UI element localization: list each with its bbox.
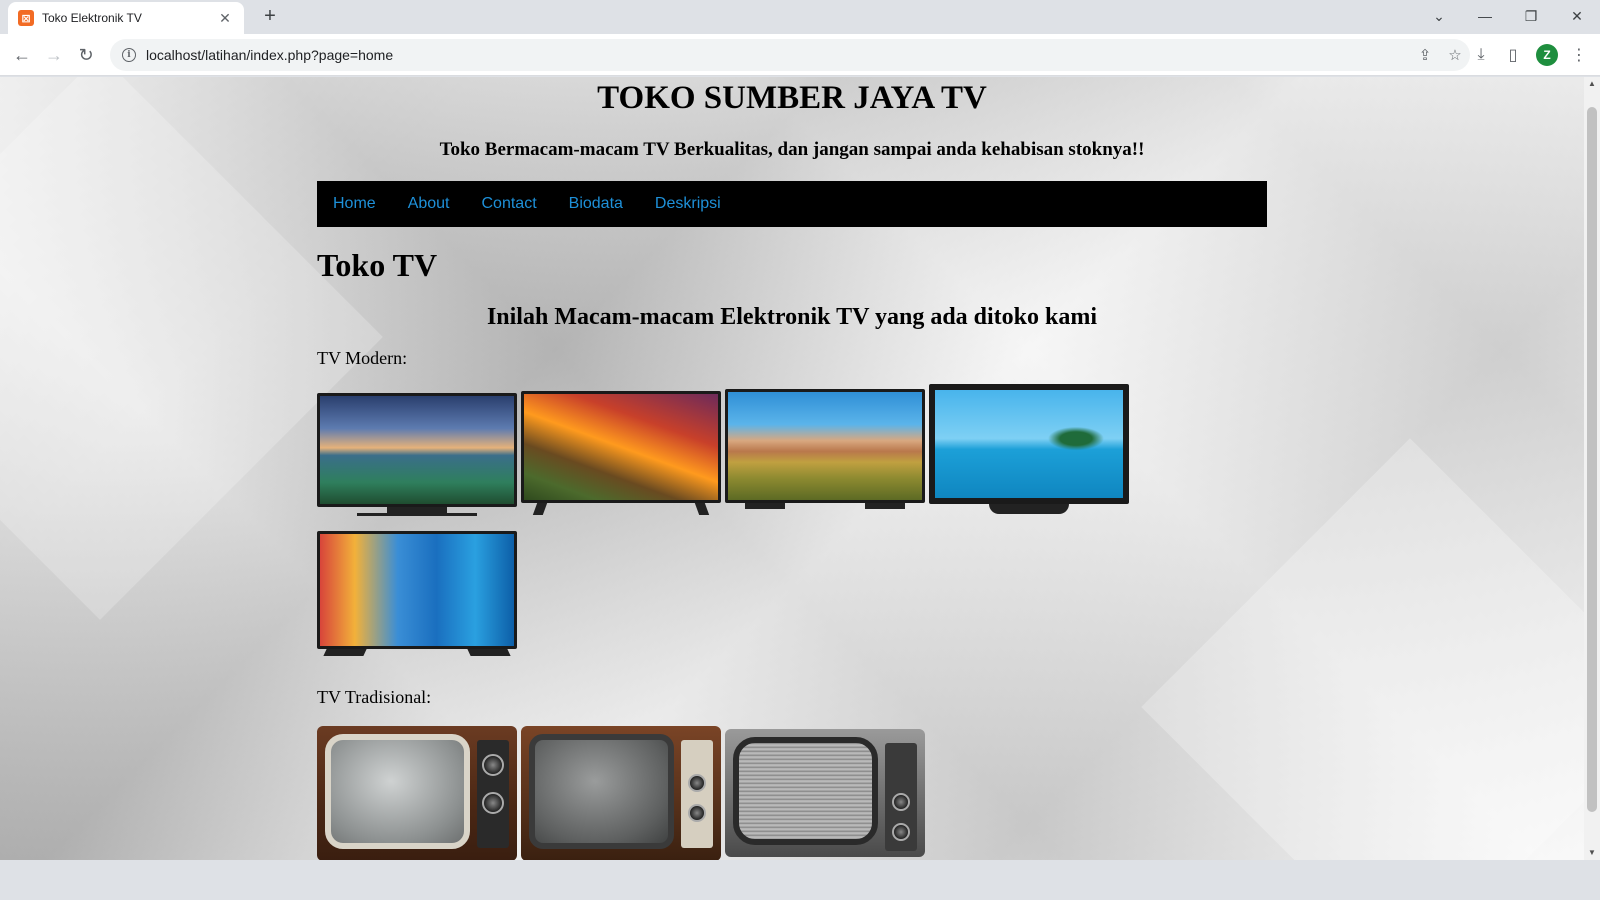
browser-tab[interactable]: ⊠ Toko Elektronik TV ✕: [8, 2, 244, 34]
back-button[interactable]: ←: [8, 41, 36, 69]
main-navbar: Home About Contact Biodata Deskripsi: [317, 181, 1267, 227]
nav-link-biodata[interactable]: Biodata: [569, 195, 623, 213]
tab-close-icon[interactable]: ✕: [216, 10, 234, 27]
url-text[interactable]: localhost/latihan/index.php?page=home: [146, 47, 1410, 63]
browser-menu-icon[interactable]: ⋮: [1568, 44, 1590, 66]
download-icon[interactable]: ⤓: [1470, 44, 1492, 66]
modern-tv-image-3: [725, 389, 925, 517]
modern-tv-image-5: [317, 531, 517, 662]
crt-screen: [733, 737, 878, 845]
browser-toolbar: ← → ↻ i localhost/latihan/index.php?page…: [0, 34, 1600, 76]
browser-tab-bar: ⊠ Toko Elektronik TV ✕ + ⌄ — ❐ ✕: [0, 0, 1600, 34]
nav-link-home[interactable]: Home: [333, 195, 376, 213]
site-info-icon[interactable]: i: [122, 48, 136, 62]
tab-search-button[interactable]: ⌄: [1416, 0, 1462, 32]
modern-tv-label: TV Modern:: [317, 348, 408, 368]
nav-link-deskripsi[interactable]: Deskripsi: [655, 195, 721, 213]
page-viewport: TOKO SUMBER JAYA TV Toko Bermacam-macam …: [0, 77, 1584, 860]
scrollbar-thumb[interactable]: [1587, 107, 1597, 812]
new-tab-button[interactable]: +: [258, 4, 282, 28]
minimize-button[interactable]: —: [1462, 0, 1508, 32]
page-scrollbar[interactable]: ▲ ▼: [1584, 77, 1600, 860]
forward-button[interactable]: →: [40, 41, 68, 69]
nav-link-contact[interactable]: Contact: [482, 195, 537, 213]
bookmark-star-icon[interactable]: ☆: [1440, 46, 1470, 64]
profile-avatar[interactable]: Z: [1536, 44, 1558, 66]
crt-screen: [529, 734, 674, 849]
scroll-up-arrow-icon[interactable]: ▲: [1584, 77, 1600, 91]
tab-title: Toko Elektronik TV: [42, 11, 142, 25]
traditional-tv-image-1: [317, 726, 517, 860]
content-subheading: Inilah Macam-macam Elektronik TV yang ad…: [486, 304, 1098, 330]
reload-button[interactable]: ↻: [72, 41, 100, 69]
tv-knob-panel: [477, 740, 509, 848]
site-title: TOKO SUMBER JAYA TV: [597, 80, 987, 116]
side-panel-icon[interactable]: ▯: [1502, 44, 1524, 66]
xampp-favicon-icon: ⊠: [18, 10, 34, 26]
address-bar[interactable]: i localhost/latihan/index.php?page=home …: [110, 39, 1470, 71]
modern-tv-image-4: [929, 384, 1129, 517]
tv-knob-panel: [681, 740, 713, 848]
scroll-down-arrow-icon[interactable]: ▼: [1584, 846, 1600, 860]
close-window-button[interactable]: ✕: [1554, 0, 1600, 32]
crt-screen: [325, 734, 470, 849]
modern-tv-image-2: [521, 391, 721, 517]
site-tagline: Toko Bermacam-macam TV Berkualitas, dan …: [439, 139, 1145, 160]
tv-knob-panel: [885, 743, 917, 851]
restore-button[interactable]: ❐: [1508, 0, 1554, 32]
traditional-tv-image-3: [725, 729, 925, 859]
traditional-tv-label: TV Tradisional:: [317, 687, 432, 707]
share-icon[interactable]: ⇪: [1410, 46, 1440, 64]
modern-tv-image-1: [317, 393, 517, 517]
traditional-tv-image-2: [521, 726, 721, 860]
content-heading: Toko TV: [317, 247, 438, 283]
nav-link-about[interactable]: About: [408, 195, 450, 213]
